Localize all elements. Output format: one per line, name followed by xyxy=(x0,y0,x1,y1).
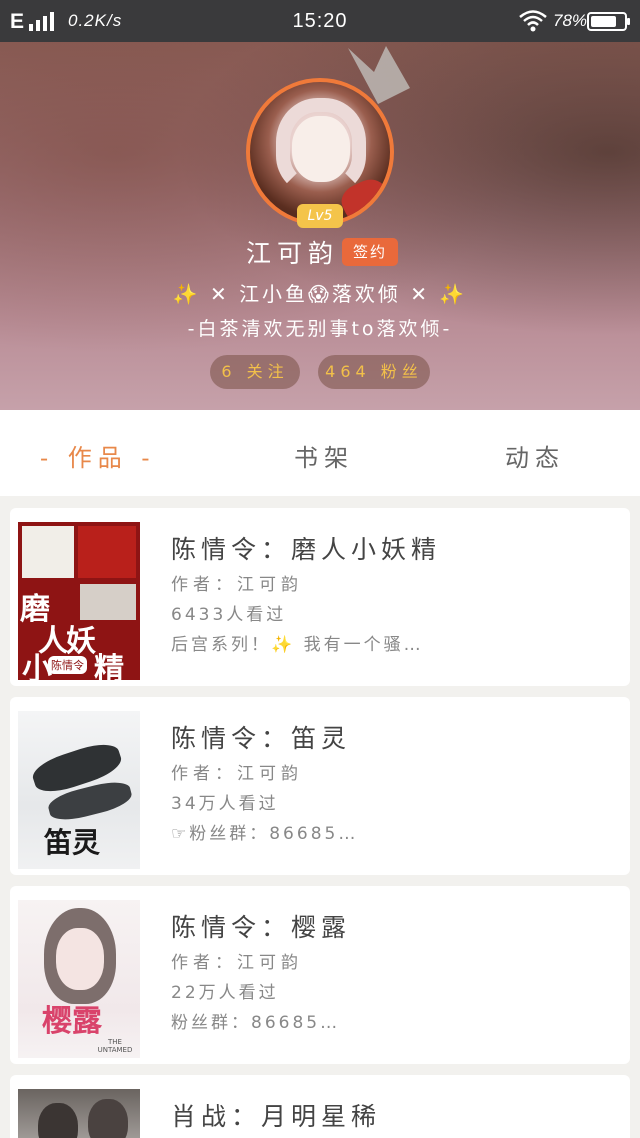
following-count-button[interactable]: 6 关注 xyxy=(210,355,300,389)
cover-figure xyxy=(88,1099,128,1138)
tab-bookshelf[interactable]: 书架 xyxy=(294,438,354,473)
cover-title: 笛灵 xyxy=(44,826,101,859)
cover-figure-face xyxy=(56,928,104,990)
username: 江可韵 xyxy=(246,239,340,268)
fans-count-button[interactable]: 464 粉丝 xyxy=(318,355,430,389)
cover-panel xyxy=(78,526,136,578)
book-author: 作者：江可韵 xyxy=(171,764,303,784)
status-bar: E 0.2K/s 15:20 78% xyxy=(0,0,640,42)
book-cover[interactable] xyxy=(18,1089,140,1138)
cover-title-char: 精 xyxy=(94,652,124,680)
cover-photo xyxy=(22,526,74,578)
profile-tabs: - 作品 - 书架 动态 xyxy=(0,410,640,496)
book-view-count: 22万人看过 xyxy=(171,983,279,1003)
book-title[interactable]: 陈情令：樱露 xyxy=(171,908,351,944)
tab-activity[interactable]: 动态 xyxy=(505,438,565,473)
profile-header: Lv5 江可韵 签约 ✨ ✕ 江小鱼😱落欢倾 ✕ ✨ -白茶清欢无别事to落欢倾… xyxy=(0,42,640,410)
book-description: ☞粉丝群：86685… xyxy=(171,824,359,844)
cover-title-char: 妖 xyxy=(66,624,96,659)
book-cover[interactable]: 磨 人 妖 小 精 陈情令 xyxy=(18,522,140,680)
cover-photo xyxy=(80,584,136,620)
avatar-face-art xyxy=(292,116,350,182)
battery-icon xyxy=(587,12,630,31)
battery-percent: 78% xyxy=(553,11,588,30)
book-author: 作者：江可韵 xyxy=(171,575,303,595)
book-cover[interactable]: 樱露 THE UNTAMED xyxy=(18,900,140,1058)
book-description: 后宫系列！✨ 我有一个骚… xyxy=(171,635,424,655)
wifi-icon xyxy=(519,10,547,32)
book-view-count: 6433人看过 xyxy=(171,605,287,625)
cover-subtitle: THE UNTAMED xyxy=(97,1038,133,1054)
book-card[interactable]: 笛灵 陈情令：笛灵 作者：江可韵 34万人看过 ☞粉丝群：86685… xyxy=(10,697,630,875)
book-card[interactable]: 肖战：月明星稀 xyxy=(10,1075,630,1138)
book-title[interactable]: 陈情令：笛灵 xyxy=(171,719,351,755)
signed-author-tag: 签约 xyxy=(342,238,398,266)
cover-series-label: 陈情令 xyxy=(48,656,87,674)
book-title[interactable]: 肖战：月明星稀 xyxy=(171,1097,381,1133)
book-title[interactable]: 陈情令：磨人小妖精 xyxy=(171,530,441,566)
book-view-count: 34万人看过 xyxy=(171,794,279,814)
book-card[interactable]: 樱露 THE UNTAMED 陈情令：樱露 作者：江可韵 22万人看过 粉丝群：… xyxy=(10,886,630,1064)
tab-works[interactable]: - 作品 - xyxy=(40,438,155,473)
book-author: 作者：江可韵 xyxy=(171,953,303,973)
book-card[interactable]: 磨 人 妖 小 精 陈情令 陈情令：磨人小妖精 作者：江可韵 6433人看过 后… xyxy=(10,508,630,686)
bio-line-1: ✨ ✕ 江小鱼😱落欢倾 ✕ ✨ xyxy=(172,282,468,306)
bio-line-2: -白茶清欢无别事to落欢倾- xyxy=(187,318,453,340)
cover-title: 樱露 xyxy=(42,1004,102,1039)
battery-level-fill xyxy=(591,16,616,27)
level-badge: Lv5 xyxy=(297,204,343,228)
book-cover[interactable]: 笛灵 xyxy=(18,711,140,869)
cover-figure xyxy=(38,1103,78,1138)
book-description: 粉丝群：86685… xyxy=(171,1013,341,1033)
